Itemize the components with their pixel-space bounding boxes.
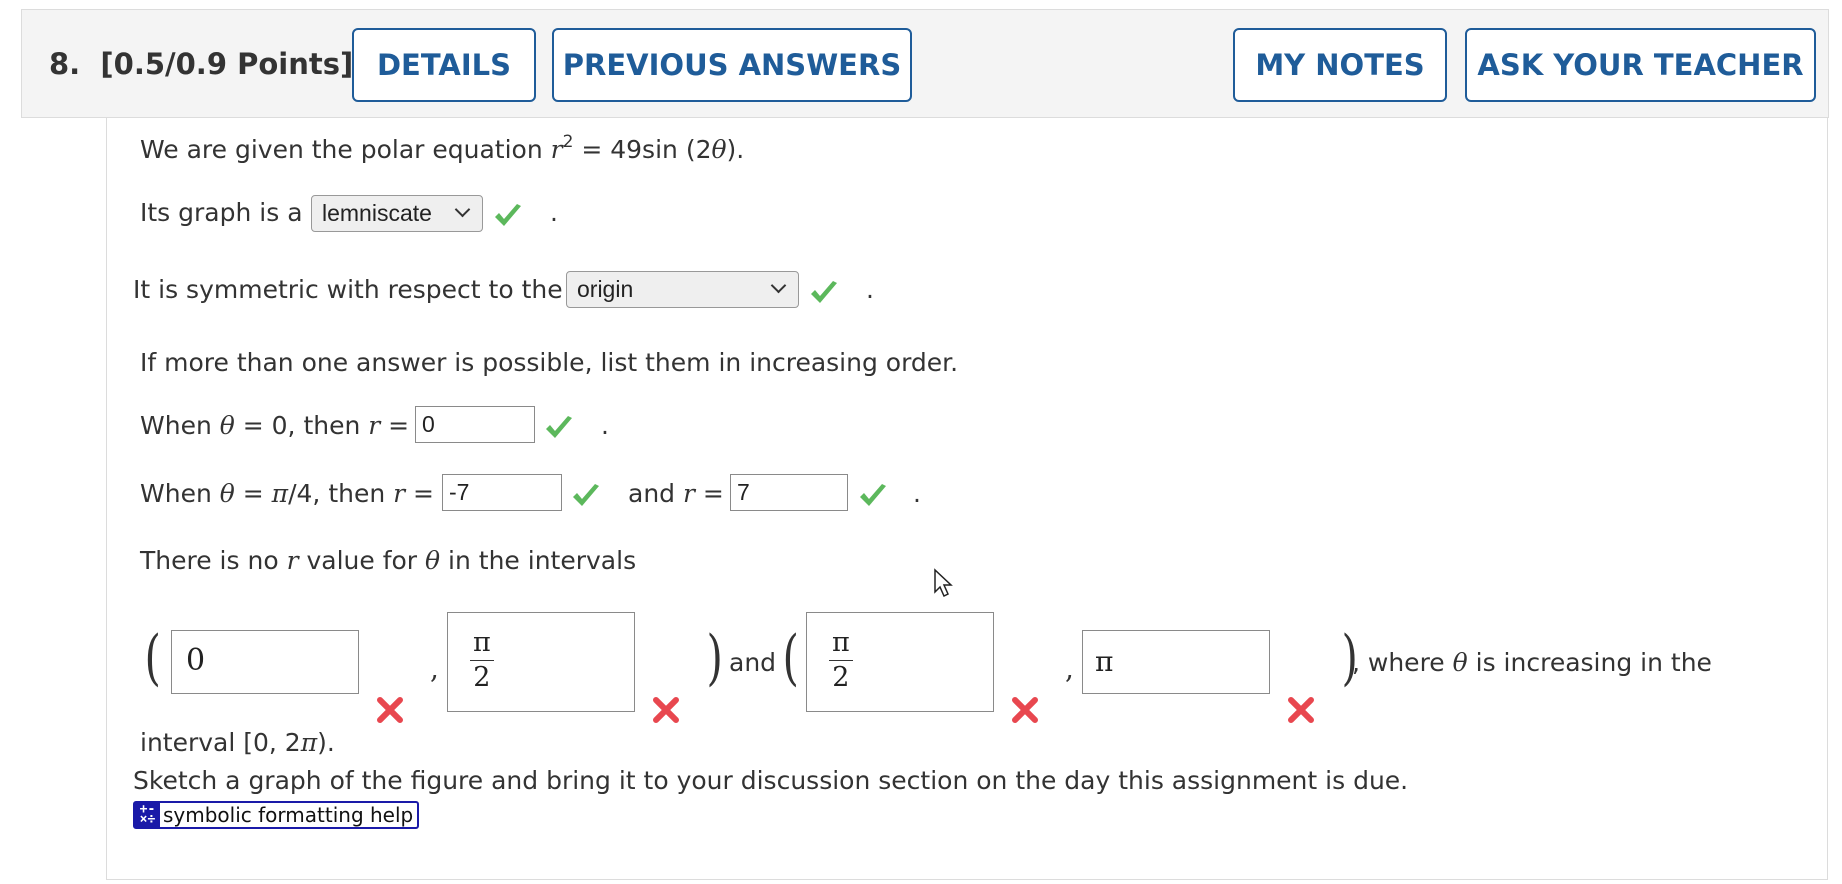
no-r-value-text: There is no r value for θ in the interva…	[140, 546, 637, 575]
graph-type-end: .	[550, 198, 558, 227]
sketch-instruction: Sketch a graph of the figure and bring i…	[133, 766, 1409, 795]
interval-tail-text: , where θ is increasing in the	[1352, 648, 1712, 677]
interval2-start-input[interactable]: π2	[806, 612, 994, 712]
incorrect-x-icon	[377, 697, 403, 723]
and-r-label: and r =	[628, 479, 724, 508]
r-at-pi4-first-input[interactable]: -7	[442, 474, 562, 511]
incorrect-x-icon	[653, 697, 679, 723]
my-notes-button[interactable]: MY NOTES	[1233, 28, 1447, 102]
when-theta-zero-label: When θ = 0, then r =	[140, 411, 410, 440]
correct-check-icon	[811, 281, 837, 303]
correct-check-icon	[860, 484, 886, 506]
graph-type-label: Its graph is a	[140, 198, 303, 227]
symbolic-formatting-help-button[interactable]: +- ×÷ symbolic formatting help	[133, 801, 420, 829]
instruction-text: If more than one answer is possible, lis…	[140, 348, 959, 377]
graph-type-select[interactable]: lemniscate	[311, 195, 483, 232]
symmetry-label: It is symmetric with respect to the	[133, 275, 563, 304]
interval1-start-input[interactable]: 0	[171, 630, 359, 694]
and-text: and	[729, 648, 777, 677]
pi-over-2-fraction: π2	[470, 626, 494, 695]
pi-over-2-fraction: π2	[829, 626, 853, 695]
mouse-cursor-icon	[934, 568, 953, 598]
comma-2: ,	[1065, 652, 1074, 685]
correct-check-icon	[573, 484, 599, 506]
open-paren-1: (	[144, 623, 161, 693]
math-symbols-icon: +- ×÷	[135, 803, 160, 827]
r-at-pi4-second-input[interactable]: 7	[730, 474, 848, 511]
ask-your-teacher-button[interactable]: ASK YOUR TEACHER	[1465, 28, 1816, 102]
incorrect-x-icon	[1012, 697, 1038, 723]
interval1-end-input[interactable]: π2	[447, 612, 635, 712]
symmetry-end: .	[866, 275, 874, 304]
when-theta-zero-end: .	[601, 411, 609, 440]
previous-answers-button[interactable]: PREVIOUS ANSWERS	[552, 28, 912, 102]
comma-1: ,	[430, 652, 439, 685]
correct-check-icon	[495, 204, 521, 226]
chevron-down-icon	[454, 201, 471, 218]
r-at-zero-input[interactable]: 0	[415, 406, 535, 443]
when-theta-pi4-end: .	[913, 479, 921, 508]
question-title: 8. [0.5/0.9 Points]	[49, 47, 353, 81]
chevron-down-icon	[770, 277, 787, 294]
question-number: 8.	[49, 47, 81, 81]
incorrect-x-icon	[1288, 697, 1314, 723]
close-paren-1: )	[706, 623, 723, 693]
question-points: [0.5/0.9 Points]	[100, 47, 354, 81]
open-paren-2: (	[782, 623, 799, 693]
when-theta-pi4-label: When θ = π/4, then r =	[140, 479, 434, 508]
interval2-end-input[interactable]: π	[1082, 630, 1270, 694]
intro-text: We are given the polar equation r2 = 49s…	[140, 132, 745, 165]
details-button[interactable]: DETAILS	[352, 28, 536, 102]
interval-domain-text: interval [0, 2π).	[140, 728, 335, 757]
correct-check-icon	[546, 416, 572, 438]
symmetry-select[interactable]: origin	[566, 271, 799, 308]
